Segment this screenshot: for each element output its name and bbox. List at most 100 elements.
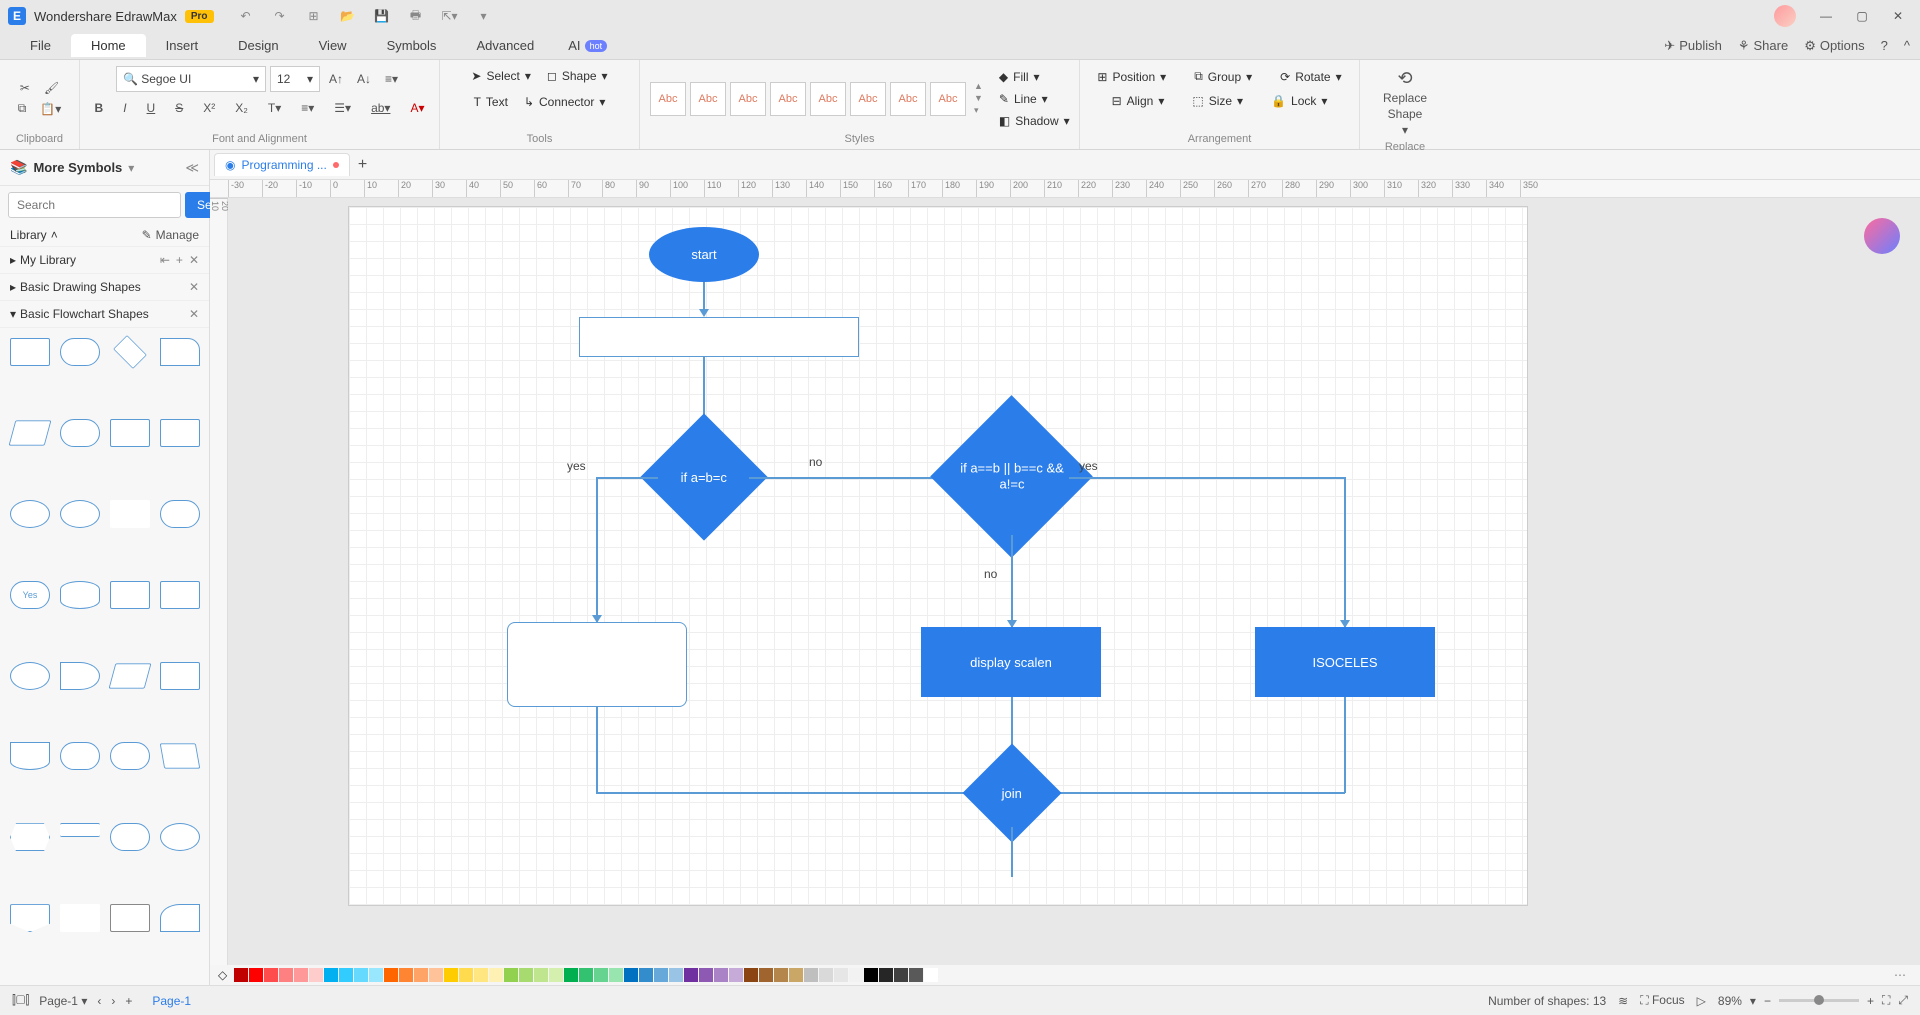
rotate-button[interactable]: ⟳ Rotate▾ bbox=[1274, 67, 1347, 87]
ai-assistant-icon[interactable] bbox=[1864, 218, 1900, 254]
shape-process-scalen[interactable]: display scalen bbox=[921, 627, 1101, 697]
save-icon[interactable]: 💾 bbox=[372, 6, 392, 26]
format-painter-icon[interactable]: 🖌 bbox=[39, 78, 64, 98]
color-swatch[interactable] bbox=[819, 968, 833, 982]
shape-internal[interactable] bbox=[160, 581, 200, 609]
shape-circle[interactable] bbox=[60, 500, 100, 528]
redo-icon[interactable]: ↷ bbox=[270, 6, 290, 26]
color-swatch[interactable] bbox=[669, 968, 683, 982]
position-button[interactable]: ⊞ Position▾ bbox=[1091, 67, 1172, 87]
size-button[interactable]: ⬚ Size▾ bbox=[1186, 91, 1249, 111]
connector-line[interactable] bbox=[1344, 697, 1346, 793]
ribbon-collapse-icon[interactable]: ^ bbox=[1904, 38, 1910, 53]
font-family-select[interactable]: 🔍 Segoe UI▾ bbox=[116, 66, 266, 92]
section-basic-drawing[interactable]: ▸Basic Drawing Shapes ✕ bbox=[0, 274, 209, 301]
italic-icon[interactable]: I bbox=[118, 98, 131, 118]
library-dropdown[interactable]: Library ˄ bbox=[10, 228, 58, 242]
color-swatch[interactable] bbox=[549, 968, 563, 982]
user-avatar[interactable] bbox=[1774, 5, 1796, 27]
shape-ellipse[interactable] bbox=[10, 500, 50, 528]
page-select[interactable]: Page-1 ▾ bbox=[39, 994, 87, 1008]
page-tab[interactable]: Page-1 bbox=[144, 994, 199, 1008]
undo-icon[interactable]: ↶ bbox=[236, 6, 256, 26]
quick-more-icon[interactable]: ▾ bbox=[474, 6, 494, 26]
cut-icon[interactable]: ✂ bbox=[15, 78, 35, 98]
highlight-icon[interactable]: ab▾ bbox=[366, 98, 395, 118]
color-swatch[interactable] bbox=[504, 968, 518, 982]
connector-line[interactable] bbox=[1069, 477, 1345, 479]
line-button[interactable]: ✎ Line ▾ bbox=[993, 89, 1076, 109]
text-tool[interactable]: TText bbox=[468, 92, 514, 112]
shape-note[interactable] bbox=[110, 904, 150, 932]
color-swatch[interactable] bbox=[654, 968, 668, 982]
shape-delay[interactable] bbox=[60, 662, 100, 690]
color-swatch[interactable] bbox=[354, 968, 368, 982]
color-swatch[interactable] bbox=[909, 968, 923, 982]
style-up-icon[interactable]: ▲ bbox=[974, 81, 983, 91]
new-icon[interactable]: ⊞ bbox=[304, 6, 324, 26]
color-swatch[interactable] bbox=[339, 968, 353, 982]
color-swatch[interactable] bbox=[474, 968, 488, 982]
group-button[interactable]: ⧉ Group▾ bbox=[1188, 66, 1258, 87]
shape-pill[interactable] bbox=[60, 419, 100, 447]
shape-offpage[interactable] bbox=[10, 904, 50, 932]
font-decrease-icon[interactable]: A↓ bbox=[352, 69, 376, 89]
menu-home[interactable]: Home bbox=[71, 34, 146, 57]
style-gallery[interactable]: Abc Abc Abc Abc Abc Abc Abc Abc ▲ ▼ ▾ bbox=[650, 81, 983, 116]
color-swatch[interactable] bbox=[519, 968, 533, 982]
connector-line[interactable] bbox=[749, 477, 949, 479]
nofill-icon[interactable]: ◇ bbox=[218, 968, 227, 982]
zoom-out-icon[interactable]: − bbox=[1764, 994, 1771, 1008]
shape-arrow[interactable] bbox=[60, 904, 100, 932]
shape-subproc[interactable] bbox=[110, 419, 150, 447]
options-button[interactable]: ⚙Options bbox=[1804, 38, 1864, 54]
color-swatch[interactable] bbox=[309, 968, 323, 982]
shape-blob[interactable] bbox=[160, 500, 200, 528]
color-swatch[interactable] bbox=[804, 968, 818, 982]
share-button[interactable]: ⚘Share bbox=[1738, 38, 1788, 54]
fullscreen-icon[interactable]: ⤢ bbox=[1898, 993, 1908, 1008]
style-down-icon[interactable]: ▼ bbox=[974, 93, 983, 103]
shape-arc[interactable] bbox=[160, 904, 200, 932]
color-swatch[interactable] bbox=[744, 968, 758, 982]
remove-icon[interactable]: ✕ bbox=[189, 280, 199, 294]
shape-sum[interactable] bbox=[160, 823, 200, 851]
remove-icon[interactable]: ✕ bbox=[189, 253, 199, 267]
color-swatch[interactable] bbox=[894, 968, 908, 982]
list-icon[interactable]: ☰▾ bbox=[329, 98, 356, 118]
style-preset[interactable]: Abc bbox=[730, 82, 766, 116]
shadow-button[interactable]: ◧ Shadow ▾ bbox=[993, 111, 1076, 131]
style-preset[interactable]: Abc bbox=[890, 82, 926, 116]
color-swatch[interactable] bbox=[594, 968, 608, 982]
replace-shape-button[interactable]: ⟲ Replace Shape ▾ bbox=[1377, 66, 1433, 139]
presentation-icon[interactable]: ▷ bbox=[1697, 994, 1706, 1008]
color-swatch[interactable] bbox=[849, 968, 863, 982]
underline-icon[interactable]: U bbox=[142, 98, 161, 118]
symbol-search-input[interactable] bbox=[8, 192, 181, 218]
connector-line[interactable] bbox=[596, 477, 658, 479]
color-swatch[interactable] bbox=[774, 968, 788, 982]
prev-page-icon[interactable]: ‹ bbox=[97, 994, 101, 1008]
open-icon[interactable]: 📂 bbox=[338, 6, 358, 26]
menu-insert[interactable]: Insert bbox=[146, 34, 219, 57]
add-icon[interactable]: + bbox=[176, 253, 183, 267]
add-page-icon[interactable]: + bbox=[125, 994, 132, 1008]
superscript-icon[interactable]: X² bbox=[198, 98, 220, 118]
font-size-select[interactable]: 12▾ bbox=[270, 66, 320, 92]
subscript-icon[interactable]: X₂ bbox=[230, 98, 253, 118]
color-swatch[interactable] bbox=[414, 968, 428, 982]
copy-icon[interactable]: ⧉ bbox=[13, 98, 32, 119]
menu-view[interactable]: View bbox=[299, 34, 367, 57]
color-swatch[interactable] bbox=[369, 968, 383, 982]
color-swatch[interactable] bbox=[459, 968, 473, 982]
color-swatch[interactable] bbox=[729, 968, 743, 982]
shape-display[interactable] bbox=[110, 581, 150, 609]
canvas-scroll[interactable]: start if a=b=c yes no i bbox=[228, 198, 1920, 965]
menu-advanced[interactable]: Advanced bbox=[456, 34, 554, 57]
color-swatch[interactable] bbox=[759, 968, 773, 982]
shape-rounded-rect[interactable] bbox=[60, 338, 100, 366]
menu-ai[interactable]: AI hot bbox=[554, 34, 621, 57]
style-preset[interactable]: Abc bbox=[930, 82, 966, 116]
focus-button[interactable]: ⛶ Focus bbox=[1640, 993, 1684, 1008]
print-icon[interactable]: 🖶 bbox=[406, 6, 426, 26]
